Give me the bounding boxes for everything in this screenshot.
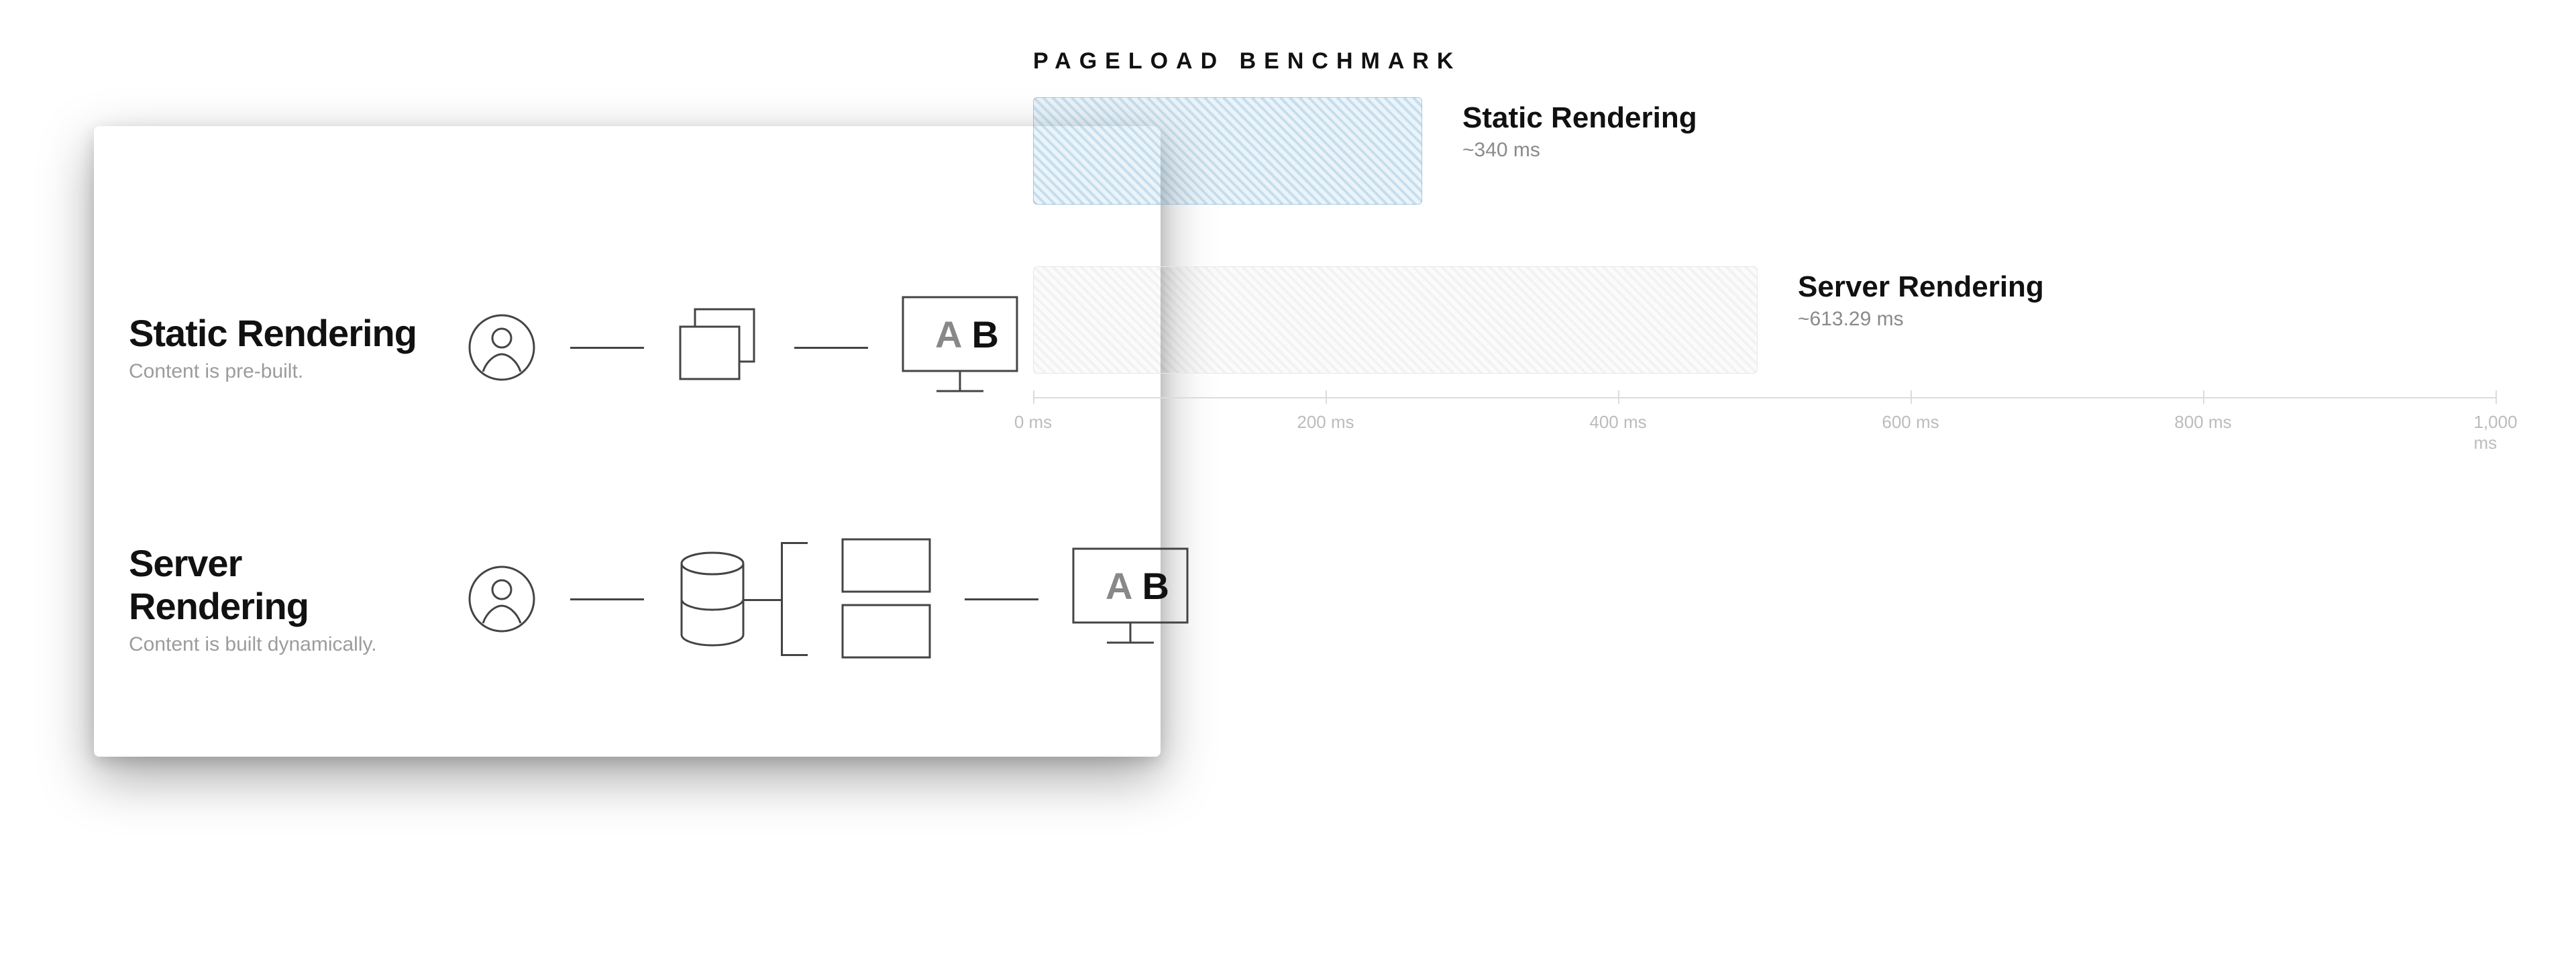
axis-tick (1326, 390, 1327, 404)
monitor-ab-icon: AB (896, 290, 1024, 405)
axis-tick (2496, 390, 2497, 404)
server-sub: Content is built dynamically. (129, 633, 424, 656)
bar-static (1033, 97, 1422, 205)
bar-value-server: ~613.29 ms (1798, 308, 2044, 331)
benchmark-axis: 0 ms200 ms400 ms600 ms800 ms1,000 ms (1033, 397, 2496, 511)
static-row: Static Rendering Content is pre-built. (129, 290, 1126, 405)
axis-tick (2203, 390, 2204, 404)
svg-text:AB: AB (1106, 565, 1169, 607)
static-title: Static Rendering (129, 312, 424, 355)
monitor-ab-icon: AB (1067, 542, 1194, 656)
static-flow: AB (462, 290, 1024, 405)
connector-line (965, 598, 1038, 600)
svg-text:AB: AB (935, 313, 999, 356)
axis-tick-label: 1,000 ms (2473, 412, 2517, 453)
monitor-a: A (1106, 565, 1132, 607)
benchmark-panel: PAGELOAD BENCHMARK Static Rendering ~340… (1033, 48, 2536, 435)
connector-line (570, 598, 644, 600)
axis-tick-label: 400 ms (1589, 412, 1646, 433)
bar-label-static: Static Rendering ~340 ms (1462, 101, 1697, 162)
split-bracket-icon (781, 542, 808, 656)
server-flow: AB (462, 535, 1194, 663)
connector-line (570, 347, 644, 349)
bar-name-static: Static Rendering (1462, 101, 1697, 135)
bar-row-static: Static Rendering ~340 ms (1033, 97, 2536, 205)
connector-line (794, 347, 868, 349)
server-title: Server Rendering (129, 542, 424, 629)
bar-label-server: Server Rendering ~613.29 ms (1798, 270, 2044, 331)
server-row: Server Rendering Content is built dynami… (129, 535, 1126, 663)
server-label-col: Server Rendering Content is built dynami… (129, 542, 424, 657)
cached-pages-icon (672, 304, 766, 391)
page-chunks-icon (836, 535, 936, 663)
axis-tick-label: 600 ms (1882, 412, 1939, 433)
user-icon (462, 307, 542, 388)
axis-line (1033, 397, 2496, 398)
axis-tick (1033, 390, 1034, 404)
axis-tick-label: 200 ms (1297, 412, 1354, 433)
static-label-col: Static Rendering Content is pre-built. (129, 312, 424, 383)
bar-server (1033, 266, 1758, 374)
monitor-b: B (971, 313, 998, 356)
static-sub: Content is pre-built. (129, 360, 424, 383)
benchmark-title: PAGELOAD BENCHMARK (1033, 48, 2536, 74)
rendering-card: Static Rendering Content is pre-built. (94, 126, 1161, 757)
bar-row-server: Server Rendering ~613.29 ms (1033, 266, 2536, 374)
bar-value-static: ~340 ms (1462, 139, 1697, 162)
user-icon (462, 559, 542, 639)
database-icon (672, 549, 753, 649)
monitor-a: A (935, 313, 962, 356)
axis-tick-label: 0 ms (1014, 412, 1052, 433)
axis-tick (1618, 390, 1619, 404)
axis-tick (1911, 390, 1912, 404)
monitor-b: B (1142, 565, 1169, 607)
axis-tick-label: 800 ms (2174, 412, 2231, 433)
bar-name-server: Server Rendering (1798, 270, 2044, 304)
